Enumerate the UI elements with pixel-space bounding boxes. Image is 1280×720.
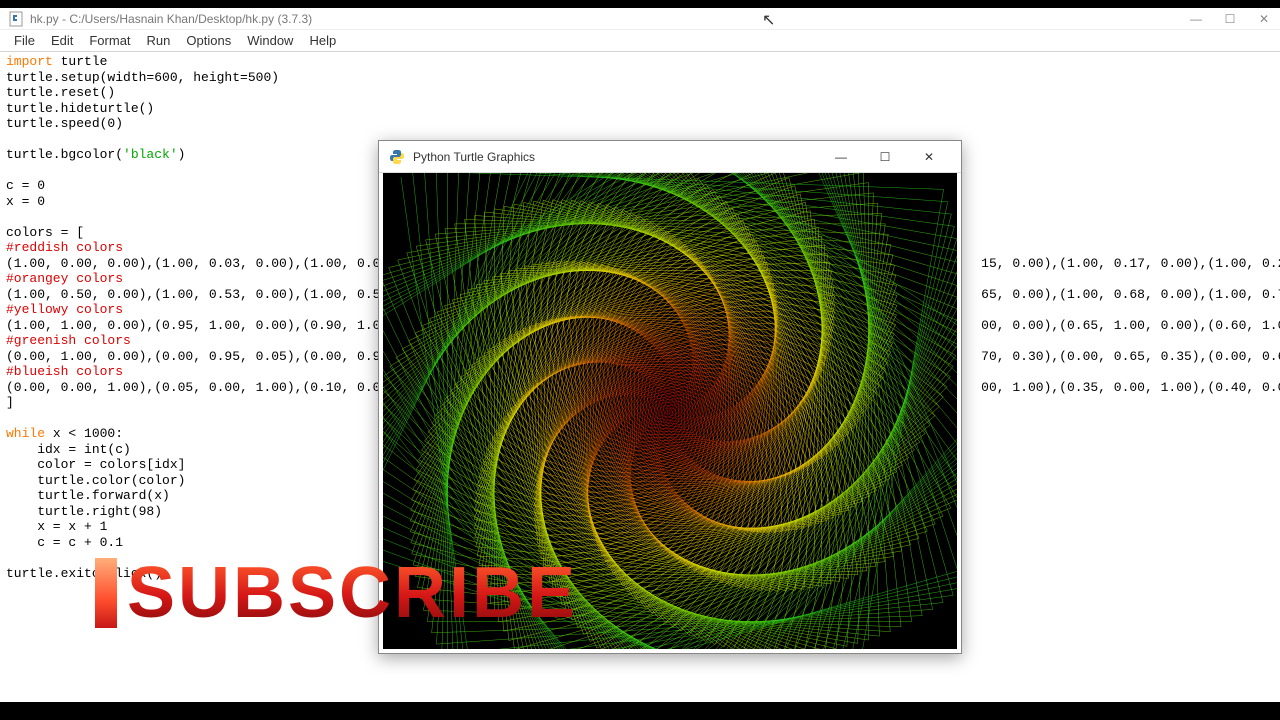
turtle-title-text: Python Turtle Graphics — [413, 150, 535, 164]
idle-title-text: hk.py - C:/Users/Hasnain Khan/Desktop/hk… — [30, 12, 312, 26]
turtle-titlebar[interactable]: Python Turtle Graphics — ☐ ✕ — [379, 141, 961, 173]
python-icon — [389, 149, 405, 165]
menu-options[interactable]: Options — [178, 31, 239, 50]
turtle-close-button[interactable]: ✕ — [907, 142, 951, 172]
menu-help[interactable]: Help — [301, 31, 344, 50]
python-file-icon — [8, 11, 24, 27]
menu-window[interactable]: Window — [239, 31, 301, 50]
idle-menubar: File Edit Format Run Options Window Help — [0, 30, 1280, 52]
subscribe-overlay: SUBSCRIBE — [95, 558, 578, 628]
menu-run[interactable]: Run — [139, 31, 179, 50]
subscribe-bar-icon — [95, 558, 117, 628]
idle-minimize-button[interactable]: — — [1188, 11, 1204, 27]
menu-file[interactable]: File — [6, 31, 43, 50]
subscribe-text: SUBSCRIBE — [127, 559, 578, 627]
menu-edit[interactable]: Edit — [43, 31, 81, 50]
idle-maximize-button[interactable]: ☐ — [1222, 11, 1238, 27]
mouse-cursor-icon: ↖ — [762, 10, 775, 30]
idle-close-button[interactable]: ✕ — [1256, 11, 1272, 27]
turtle-maximize-button[interactable]: ☐ — [863, 142, 907, 172]
turtle-minimize-button[interactable]: — — [819, 142, 863, 172]
idle-titlebar[interactable]: hk.py - C:/Users/Hasnain Khan/Desktop/hk… — [0, 8, 1280, 30]
menu-format[interactable]: Format — [81, 31, 138, 50]
